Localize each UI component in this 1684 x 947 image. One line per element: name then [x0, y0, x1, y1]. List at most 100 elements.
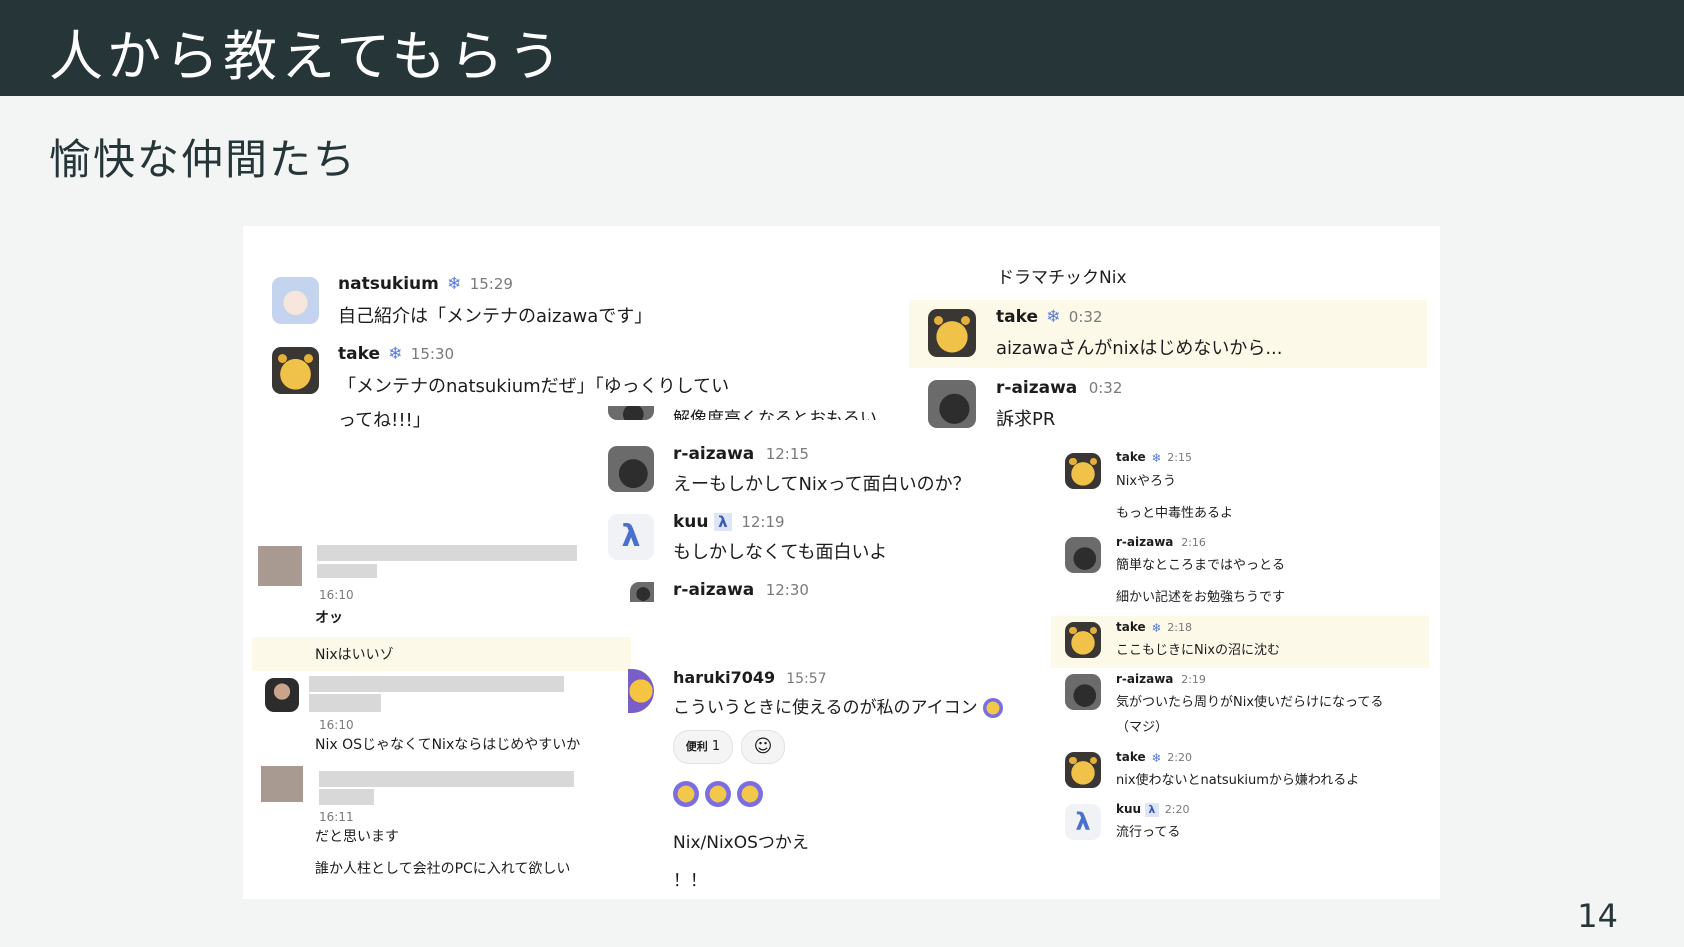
timestamp[interactable]: 12:30 [766, 581, 809, 599]
message-text: Nix/NixOSつかえ [673, 833, 809, 853]
avatar-take [272, 347, 319, 394]
avatar-take [1065, 622, 1101, 658]
avatar-natsukium [272, 277, 319, 324]
username[interactable]: natsukium [338, 274, 439, 294]
message-header: kuu λ 2:20 [1116, 802, 1189, 817]
reaction-label: 便利 [685, 740, 708, 753]
message-text: 簡単なところまではやっとる [1116, 558, 1286, 573]
blurred-name [317, 545, 577, 561]
message-text: ここもじきにNixの沼に沈む [1116, 643, 1281, 658]
avatar-r-aizawa [1065, 537, 1101, 573]
message-text: Nix OSじゃなくてNixならはじめやすいか [315, 737, 581, 753]
channel-header: ドラマチックNix [997, 268, 1127, 288]
timestamp[interactable]: 2:20 [1165, 803, 1190, 816]
avatar-take [928, 309, 976, 357]
blurred-avatar [261, 766, 303, 802]
snowflake-icon: ❄ [447, 274, 462, 294]
timestamp[interactable]: 2:15 [1167, 451, 1192, 464]
reaction-button[interactable]: 便利 1 [673, 730, 733, 764]
avatar-take [1065, 752, 1101, 788]
lambda-icon: λ [1144, 802, 1159, 817]
username[interactable]: take [1116, 450, 1146, 464]
message-text: だと思います [315, 829, 399, 845]
slide-title-bar: 人から教えてもらう [0, 0, 1684, 96]
slide-title: 人から教えてもらう [49, 25, 566, 88]
page-number: 14 [1577, 897, 1618, 935]
message-text: 細かい記述をお勉強ちうです [1116, 590, 1286, 605]
blurred-avatar [258, 546, 302, 586]
message-text: （マジ） [1116, 720, 1169, 735]
blurred-name [317, 564, 377, 578]
username[interactable]: r-aizawa [673, 580, 754, 600]
blurred-name [319, 789, 374, 805]
avatar-r-aizawa [928, 380, 976, 428]
blurred-name [309, 676, 564, 692]
message-header: take ❄ 2:15 [1116, 450, 1192, 465]
username[interactable]: haruki7049 [673, 668, 775, 687]
timestamp[interactable]: 2:16 [1181, 536, 1206, 549]
username[interactable]: take [996, 307, 1038, 327]
add-emoji-icon: ☺ [753, 736, 773, 757]
timestamp[interactable]: 15:30 [411, 345, 454, 363]
message-text: こういうときに使えるのが私のアイコン [673, 693, 1004, 718]
message-text: もっと中毒性あるよ [1116, 506, 1234, 521]
snowflake-icon: ❄ [1151, 620, 1162, 635]
avatar-haruki7049 [628, 669, 654, 713]
message-text: もしかしなくても面白いよ [673, 542, 888, 563]
username[interactable]: take [1116, 750, 1146, 764]
chat-screenshot-collage: natsukium ❄ 15:29 自己紹介は「メンテナのaizawaです」 t… [243, 226, 1440, 899]
snowflake-icon: ❄ [388, 344, 403, 364]
username[interactable]: r-aizawa [1116, 535, 1173, 549]
username[interactable]: r-aizawa [996, 378, 1077, 398]
timestamp[interactable]: 12:19 [741, 513, 784, 531]
message-header: r-aizawa 2:16 [1116, 535, 1206, 549]
message-header: r-aizawa 2:19 [1116, 672, 1206, 686]
timestamp[interactable]: 0:32 [1069, 308, 1103, 326]
snowflake-icon: ❄ [1151, 750, 1162, 765]
username[interactable]: take [338, 344, 380, 364]
add-reaction-button[interactable]: ☺ [741, 730, 785, 764]
message-header: natsukium ❄ 15:29 [338, 274, 513, 294]
message-header: r-aizawa 12:30 [673, 580, 809, 600]
timestamp[interactable]: 2:18 [1167, 621, 1192, 634]
snowflake-icon: ❄ [1151, 450, 1162, 465]
timestamp[interactable]: 15:29 [470, 275, 513, 293]
slide-subtitle: 愉快な仲間たち [49, 135, 358, 184]
message-header: take ❄ 2:18 [1116, 620, 1192, 635]
timestamp[interactable]: 2:19 [1181, 673, 1206, 686]
message-text: 訴求PR [996, 409, 1056, 430]
message-text: 誰か人柱として会社のPCに入れて欲しい [315, 861, 571, 877]
timestamp[interactable]: 16:10 [319, 588, 354, 602]
message-header: take ❄ 2:20 [1116, 750, 1192, 765]
username[interactable]: r-aizawa [1116, 672, 1173, 686]
timestamp[interactable]: 0:32 [1089, 379, 1123, 397]
message-text: 流行ってる [1116, 825, 1181, 840]
username[interactable]: kuu [673, 512, 709, 532]
message-text: Nixはいいゾ [315, 647, 394, 663]
message-header: take ❄ 0:32 [996, 307, 1102, 327]
blurred-name [309, 694, 381, 712]
message-header: r-aizawa 0:32 [996, 378, 1122, 398]
blurred-name [319, 771, 574, 787]
haruki-emoji-icon [737, 781, 763, 807]
message-text: aizawaさんがnixはじめないから... [996, 338, 1283, 359]
timestamp[interactable]: 16:11 [319, 810, 354, 824]
message-header: kuu λ 12:19 [673, 512, 785, 532]
username[interactable]: kuu [1116, 802, 1141, 816]
avatar-blurred-user [265, 678, 299, 712]
username[interactable]: take [1116, 620, 1146, 634]
message-text: ってね!!!」 [338, 410, 431, 431]
message-text: ！！ [673, 871, 707, 891]
avatar-kuu [1065, 804, 1101, 840]
username[interactable]: r-aizawa [673, 444, 754, 464]
avatar-r-aizawa [1065, 674, 1101, 710]
haruki-emoji-icon [705, 781, 731, 807]
message-text: 自己紹介は「メンテナのaizawaです」 [338, 306, 653, 327]
clipped-message-text: 解像度高くなるとおもろい [673, 409, 877, 420]
timestamp[interactable]: 15:57 [786, 671, 826, 687]
timestamp[interactable]: 2:20 [1167, 751, 1192, 764]
snowflake-icon: ❄ [1046, 307, 1061, 327]
avatar-r-aizawa [608, 446, 654, 492]
timestamp[interactable]: 16:10 [319, 718, 354, 732]
timestamp[interactable]: 12:15 [766, 445, 809, 463]
